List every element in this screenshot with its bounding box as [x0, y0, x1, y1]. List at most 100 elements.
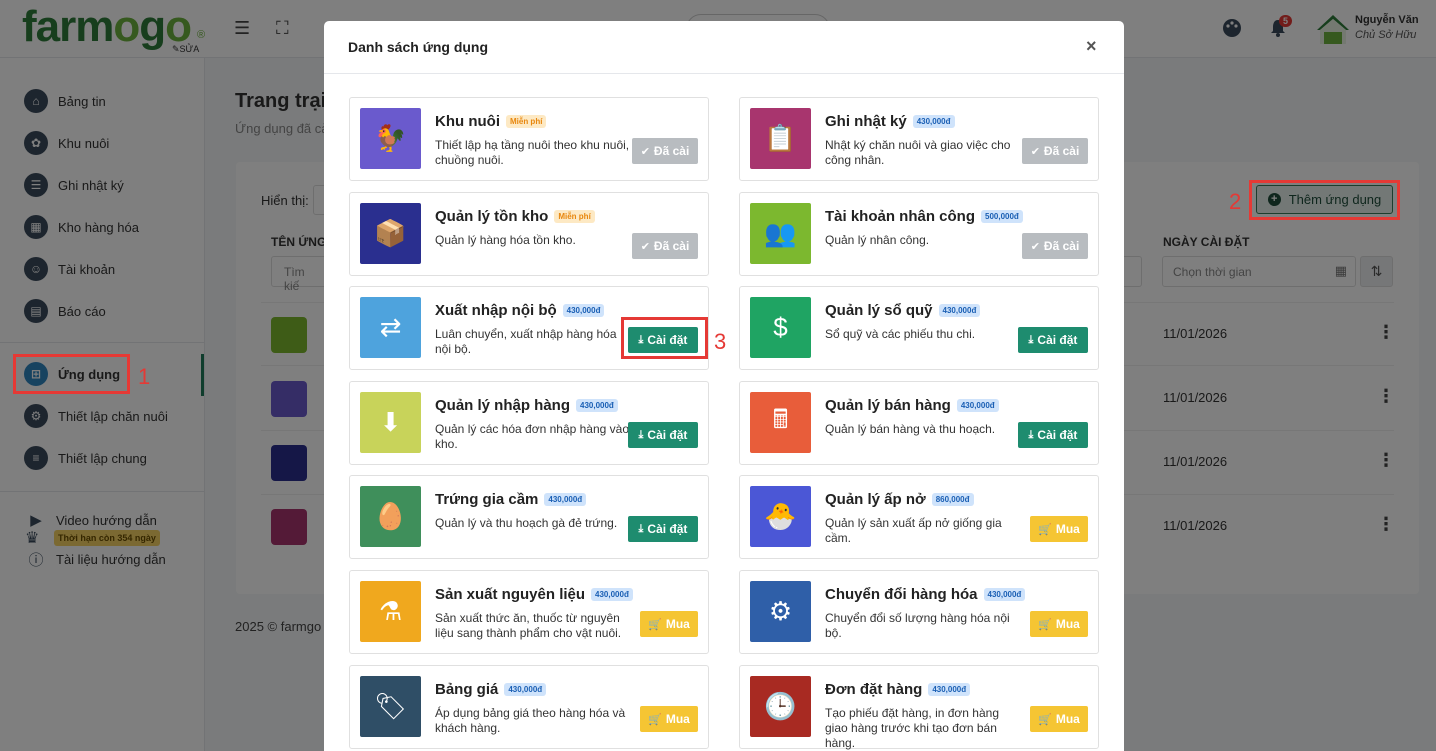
app-glyph-icon: 🥚 [374, 501, 407, 531]
annotation-number-1: 1 [138, 364, 151, 389]
app-action-label: Cài đặt [1037, 428, 1078, 442]
installed-button[interactable]: ✔ Đã cài [632, 233, 698, 259]
app-name: Quản lý nhập hàng 430,000đ [435, 397, 618, 414]
app-glyph-icon: ⬇ [379, 407, 402, 437]
app-description: Quản lý bán hàng và thu hoạch. [825, 422, 996, 436]
check-icon: ✔ [1030, 240, 1040, 253]
app-description: Quản lý các hóa đơn nhập hàng vào kho. [435, 422, 630, 451]
app-icon: 🖩 [750, 392, 811, 453]
app-list-modal: Danh sách ứng dụng × 🐓 Khu nuôi Miễn phí Th… [324, 21, 1124, 751]
app-name: Quản lý ấp nở 860,000đ [825, 491, 974, 508]
buy-button[interactable]: 🛒 Mua [1030, 611, 1088, 637]
app-card: 🥚 Trứng gia cầm 430,000đ Quản lý và thu hoạ… [349, 475, 709, 559]
app-glyph-icon: ⇄ [379, 312, 402, 342]
price-tag: 430,000đ [983, 588, 1026, 601]
app-description: Luân chuyển, xuất nhập hàng hóa nội bộ. [435, 327, 617, 356]
annotation-number-2: 2 [1229, 189, 1242, 214]
price-tag: 430,000đ [544, 493, 587, 506]
app-name: Chuyển đổi hàng hóa 430,000đ [825, 586, 1026, 603]
price-tag: 430,000đ [928, 683, 971, 696]
app-name-text: Trứng gia cầm [435, 491, 539, 508]
app-card: 🕒 Đơn đặt hàng 430,000đ Tạo phiếu đặt hàng,… [739, 665, 1099, 750]
app-glyph-icon: 🕒 [764, 691, 797, 721]
app-card: ⬇ Quản lý nhập hàng 430,000đ Quản lý các hó… [349, 381, 709, 465]
annotation-box-1 [13, 354, 130, 394]
installed-button[interactable]: ✔ Đã cài [1022, 138, 1088, 164]
check-icon: ✔ [640, 145, 650, 158]
app-name: Đơn đặt hàng 430,000đ [825, 681, 971, 698]
app-card: 🐓 Khu nuôi Miễn phí Thiết lập hạ tầng nuôi … [349, 97, 709, 181]
modal-header: Danh sách ứng dụng × [324, 21, 1124, 74]
app-action-label: Mua [1055, 617, 1080, 631]
annotation-box-2 [1249, 180, 1400, 220]
app-name-text: Khu nuôi [435, 113, 500, 130]
app-name-text: Quản lý nhập hàng [435, 397, 571, 414]
app-icon: 🥚 [360, 486, 421, 547]
app-icon: ⚗ [360, 581, 421, 642]
app-action-label: Cài đặt [647, 522, 688, 536]
app-name-text: Chuyển đổi hàng hóa [825, 586, 978, 603]
app-glyph-icon: 📦 [374, 218, 407, 248]
app-card: 🐣 Quản lý ấp nở 860,000đ Quản lý sản xuất ấ… [739, 475, 1099, 559]
app-name: Bảng giá 430,000đ [435, 681, 547, 698]
app-icon: 👥 [750, 203, 811, 264]
app-description: Nhật ký chăn nuôi và giao việc cho công … [825, 138, 1011, 167]
download-icon: ⤓ [1028, 428, 1034, 441]
installed-button[interactable]: ✔ Đã cài [632, 138, 698, 164]
app-description: Sản xuất thức ăn, thuốc từ nguyên liệu s… [435, 611, 622, 640]
buy-button[interactable]: 🛒 Mua [1030, 516, 1088, 542]
buy-button[interactable]: 🛒 Mua [640, 611, 698, 637]
app-description: Quản lý sản xuất ấp nở giống gia cầm. [825, 516, 1002, 545]
app-glyph-icon: 🐣 [764, 501, 797, 531]
app-description: Sổ quỹ và các phiếu thu chi. [825, 327, 976, 341]
app-name: Xuất nhập nội bộ 430,000đ [435, 302, 605, 319]
app-name-text: Đơn đặt hàng [825, 681, 923, 698]
install-button[interactable]: ⤓ Cài đặt [1018, 327, 1088, 353]
app-icon: 📋 [750, 108, 811, 169]
app-icon: 🏷 [360, 676, 421, 737]
app-description: Quản lý hàng hóa tồn kho. [435, 233, 576, 247]
price-tag: 430,000đ [591, 588, 633, 601]
app-glyph-icon: 📋 [764, 123, 797, 153]
price-tag: 430,000đ [912, 115, 955, 128]
install-button[interactable]: ⤓ Cài đặt [628, 516, 698, 542]
app-glyph-icon: 🖩 [772, 403, 789, 434]
app-card: 📋 Ghi nhật ký 430,000đ Nhật ký chăn nuôi và… [739, 97, 1099, 181]
app-description: Quản lý và thu hoạch gà đẻ trứng. [435, 516, 618, 530]
cart-icon: 🛒 [1038, 618, 1052, 631]
download-icon: ⤓ [638, 522, 644, 535]
app-card: 🖩 Quản lý bán hàng 430,000đ Quản lý bán hàn… [739, 381, 1099, 465]
app-description: Tạo phiếu đặt hàng, in đơn hàng giao hàn… [825, 706, 1000, 750]
app-description: Chuyển đổi số lượng hàng hóa nội bộ. [825, 611, 1010, 640]
app-action-label: Cài đặt [1037, 333, 1078, 347]
app-action-label: Mua [1055, 712, 1080, 726]
app-name: Trứng gia cầm 430,000đ [435, 491, 587, 508]
app-name-text: Tài khoản nhân công [825, 208, 976, 225]
app-action-label: Mua [665, 617, 690, 631]
buy-button[interactable]: 🛒 Mua [1030, 706, 1088, 732]
app-card: ⚗ Sản xuất nguyên liệu 430,000đ Sản xuất th… [349, 570, 709, 654]
close-icon[interactable]: × [1086, 36, 1097, 57]
app-action-label: Mua [665, 712, 690, 726]
app-icon: ⬇ [360, 392, 421, 453]
app-glyph-icon: $ [773, 312, 788, 342]
cart-icon: 🛒 [648, 618, 662, 631]
app-name: Quản lý bán hàng 430,000đ [825, 397, 999, 414]
app-card: ⚙ Chuyển đổi hàng hóa 430,000đ Chuyển đổi s… [739, 570, 1099, 654]
app-description: Áp dụng bảng giá theo hàng hóa và khách … [435, 706, 626, 735]
app-glyph-icon: ⚗ [378, 596, 403, 626]
install-button[interactable]: ⤓ Cài đặt [628, 422, 698, 448]
app-glyph-icon: 🐓 [374, 123, 407, 153]
app-icon: 🐣 [750, 486, 811, 547]
annotation-box-3 [621, 317, 708, 359]
check-icon: ✔ [640, 240, 650, 253]
app-name: Quản lý sổ quỹ 430,000đ [825, 302, 981, 319]
app-glyph-icon: 👥 [764, 218, 797, 248]
installed-button[interactable]: ✔ Đã cài [1022, 233, 1088, 259]
app-name: Quản lý tồn kho Miễn phí [435, 208, 595, 225]
app-icon: 🐓 [360, 108, 421, 169]
app-name: Tài khoản nhân công 500,000đ [825, 208, 1023, 225]
install-button[interactable]: ⤓ Cài đặt [1018, 422, 1088, 448]
buy-button[interactable]: 🛒 Mua [640, 706, 698, 732]
app-name-text: Quản lý ấp nở [825, 491, 926, 508]
